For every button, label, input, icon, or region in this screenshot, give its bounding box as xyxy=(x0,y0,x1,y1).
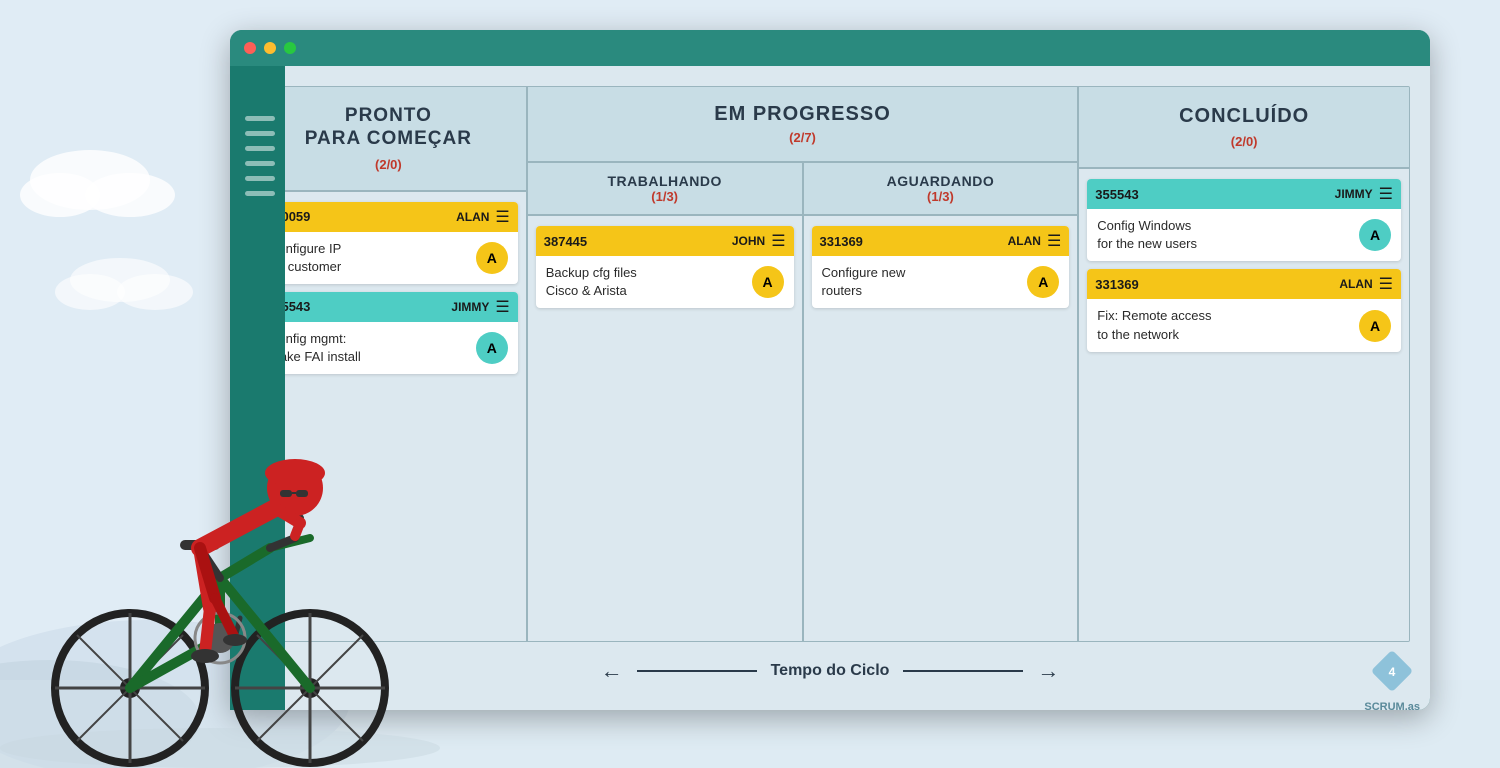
card-355543-concluido-body: Config Windows for the new users A xyxy=(1087,209,1401,261)
em-progresso-sub-columns: TRABALHANDO (1/3) 387445 JOHN ☰ xyxy=(528,163,1078,641)
card-355543-concluido-avatar: A xyxy=(1359,219,1391,251)
card-330059-assignee: ALAN xyxy=(456,210,489,224)
column-em-progresso-count: (2/7) xyxy=(540,130,1066,145)
cycle-time-label: Tempo do Ciclo xyxy=(771,662,890,680)
card-331369-aguardando-text: Configure new routers xyxy=(822,264,906,300)
column-trabalhando-body: 387445 JOHN ☰ Backup cfg files Cisco & A… xyxy=(528,216,802,641)
card-331369-concluido-text: Fix: Remote access to the network xyxy=(1097,307,1211,343)
card-331369-aguardando-body: Configure new routers A xyxy=(812,256,1070,308)
cycle-time-line-left xyxy=(637,670,757,672)
column-trabalhando-header: TRABALHANDO (1/3) xyxy=(528,163,802,216)
card-330059-avatar: A xyxy=(476,242,508,274)
cycle-time-left-arrow: ← xyxy=(601,658,623,684)
card-355543-concluido[interactable]: 355543 JIMMY ☰ Config Windows for the ne… xyxy=(1087,179,1401,261)
column-concluido-title: CONCLUÍDO xyxy=(1091,105,1397,128)
column-aguardando-count: (1/3) xyxy=(812,189,1070,204)
column-pronto-title: PRONTO PARA COMEÇAR xyxy=(263,105,514,151)
card-331369-concluido-assignee: ALAN xyxy=(1339,277,1372,291)
card-355543-concluido-menu-icon[interactable]: ☰ xyxy=(1379,184,1393,204)
card-387445-id: 387445 xyxy=(544,234,587,249)
card-331369-aguardando-avatar: A xyxy=(1027,266,1059,298)
card-331369-aguardando-header: 331369 ALAN ☰ xyxy=(812,226,1070,256)
stripe-1 xyxy=(245,116,275,121)
card-331369-concluido-avatar: A xyxy=(1359,310,1391,342)
column-trabalhando-title: TRABALHANDO xyxy=(536,173,794,189)
traffic-light-green[interactable] xyxy=(284,42,296,54)
column-concluido: CONCLUÍDO (2/0) 355543 JIMMY ☰ Config xyxy=(1079,87,1409,641)
column-em-progresso: EM PROGRESSO (2/7) TRABALHANDO (1/3) xyxy=(528,87,1080,641)
scrum-label: SCRUM.as xyxy=(1364,701,1420,713)
scrum-diamond-icon: 4 xyxy=(1367,646,1417,696)
column-aguardando-title: AGUARDANDO xyxy=(812,173,1070,189)
card-331369-concluido-body: Fix: Remote access to the network A xyxy=(1087,299,1401,351)
card-355543-concluido-id: 355543 xyxy=(1095,187,1138,202)
card-331369-concluido[interactable]: 331369 ALAN ☰ Fix: Remote access to the … xyxy=(1087,269,1401,351)
card-330059-menu-icon[interactable]: ☰ xyxy=(495,207,509,227)
scrum-logo: 4 SCRUM.as xyxy=(1364,646,1420,713)
card-331369-concluido-menu-icon[interactable]: ☰ xyxy=(1379,274,1393,294)
card-355543-pronto-menu-icon[interactable]: ☰ xyxy=(495,297,509,317)
column-trabalhando: TRABALHANDO (1/3) 387445 JOHN ☰ xyxy=(528,163,804,641)
card-355543-pronto-assignee: JIMMY xyxy=(451,300,489,314)
cycle-time-right-arrow: → xyxy=(1037,658,1059,684)
column-aguardando: AGUARDANDO (1/3) 331369 ALAN ☰ xyxy=(804,163,1078,641)
column-concluido-body: 355543 JIMMY ☰ Config Windows for the ne… xyxy=(1079,169,1409,641)
traffic-light-red[interactable] xyxy=(244,42,256,54)
column-concluido-count: (2/0) xyxy=(1091,134,1397,149)
card-387445-body: Backup cfg files Cisco & Arista A xyxy=(536,256,794,308)
column-aguardando-header: AGUARDANDO (1/3) xyxy=(804,163,1078,216)
column-concluido-header: CONCLUÍDO (2/0) xyxy=(1079,87,1409,169)
card-387445-header: 387445 JOHN ☰ xyxy=(536,226,794,256)
column-em-progresso-header: EM PROGRESSO (2/7) xyxy=(528,87,1078,163)
stripe-2 xyxy=(245,131,275,136)
card-387445-menu-icon[interactable]: ☰ xyxy=(771,231,785,251)
card-355543-pronto-avatar: A xyxy=(476,332,508,364)
card-331369-aguardando[interactable]: 331369 ALAN ☰ Configure new routers xyxy=(812,226,1070,308)
browser-titlebar xyxy=(230,30,1430,66)
card-387445[interactable]: 387445 JOHN ☰ Backup cfg files Cisco & A… xyxy=(536,226,794,308)
card-355543-concluido-text: Config Windows for the new users xyxy=(1097,217,1197,253)
card-331369-concluido-header: 331369 ALAN ☰ xyxy=(1087,269,1401,299)
bicycle-illustration xyxy=(0,148,440,768)
card-387445-avatar: A xyxy=(752,266,784,298)
traffic-light-yellow[interactable] xyxy=(264,42,276,54)
cycle-time-line-right xyxy=(903,670,1023,672)
card-355543-concluido-header: 355543 JIMMY ☰ xyxy=(1087,179,1401,209)
card-331369-concluido-id: 331369 xyxy=(1095,277,1138,292)
column-trabalhando-count: (1/3) xyxy=(536,189,794,204)
card-331369-aguardando-assignee: ALAN xyxy=(1008,234,1041,248)
card-355543-concluido-assignee: JIMMY xyxy=(1335,187,1373,201)
card-387445-assignee: JOHN xyxy=(732,234,765,248)
column-aguardando-body: 331369 ALAN ☰ Configure new routers xyxy=(804,216,1078,641)
column-em-progresso-title: EM PROGRESSO xyxy=(540,103,1066,126)
svg-text:4: 4 xyxy=(1389,665,1396,679)
card-331369-aguardando-id: 331369 xyxy=(820,234,863,249)
card-331369-aguardando-menu-icon[interactable]: ☰ xyxy=(1047,231,1061,251)
card-387445-text: Backup cfg files Cisco & Arista xyxy=(546,264,637,300)
